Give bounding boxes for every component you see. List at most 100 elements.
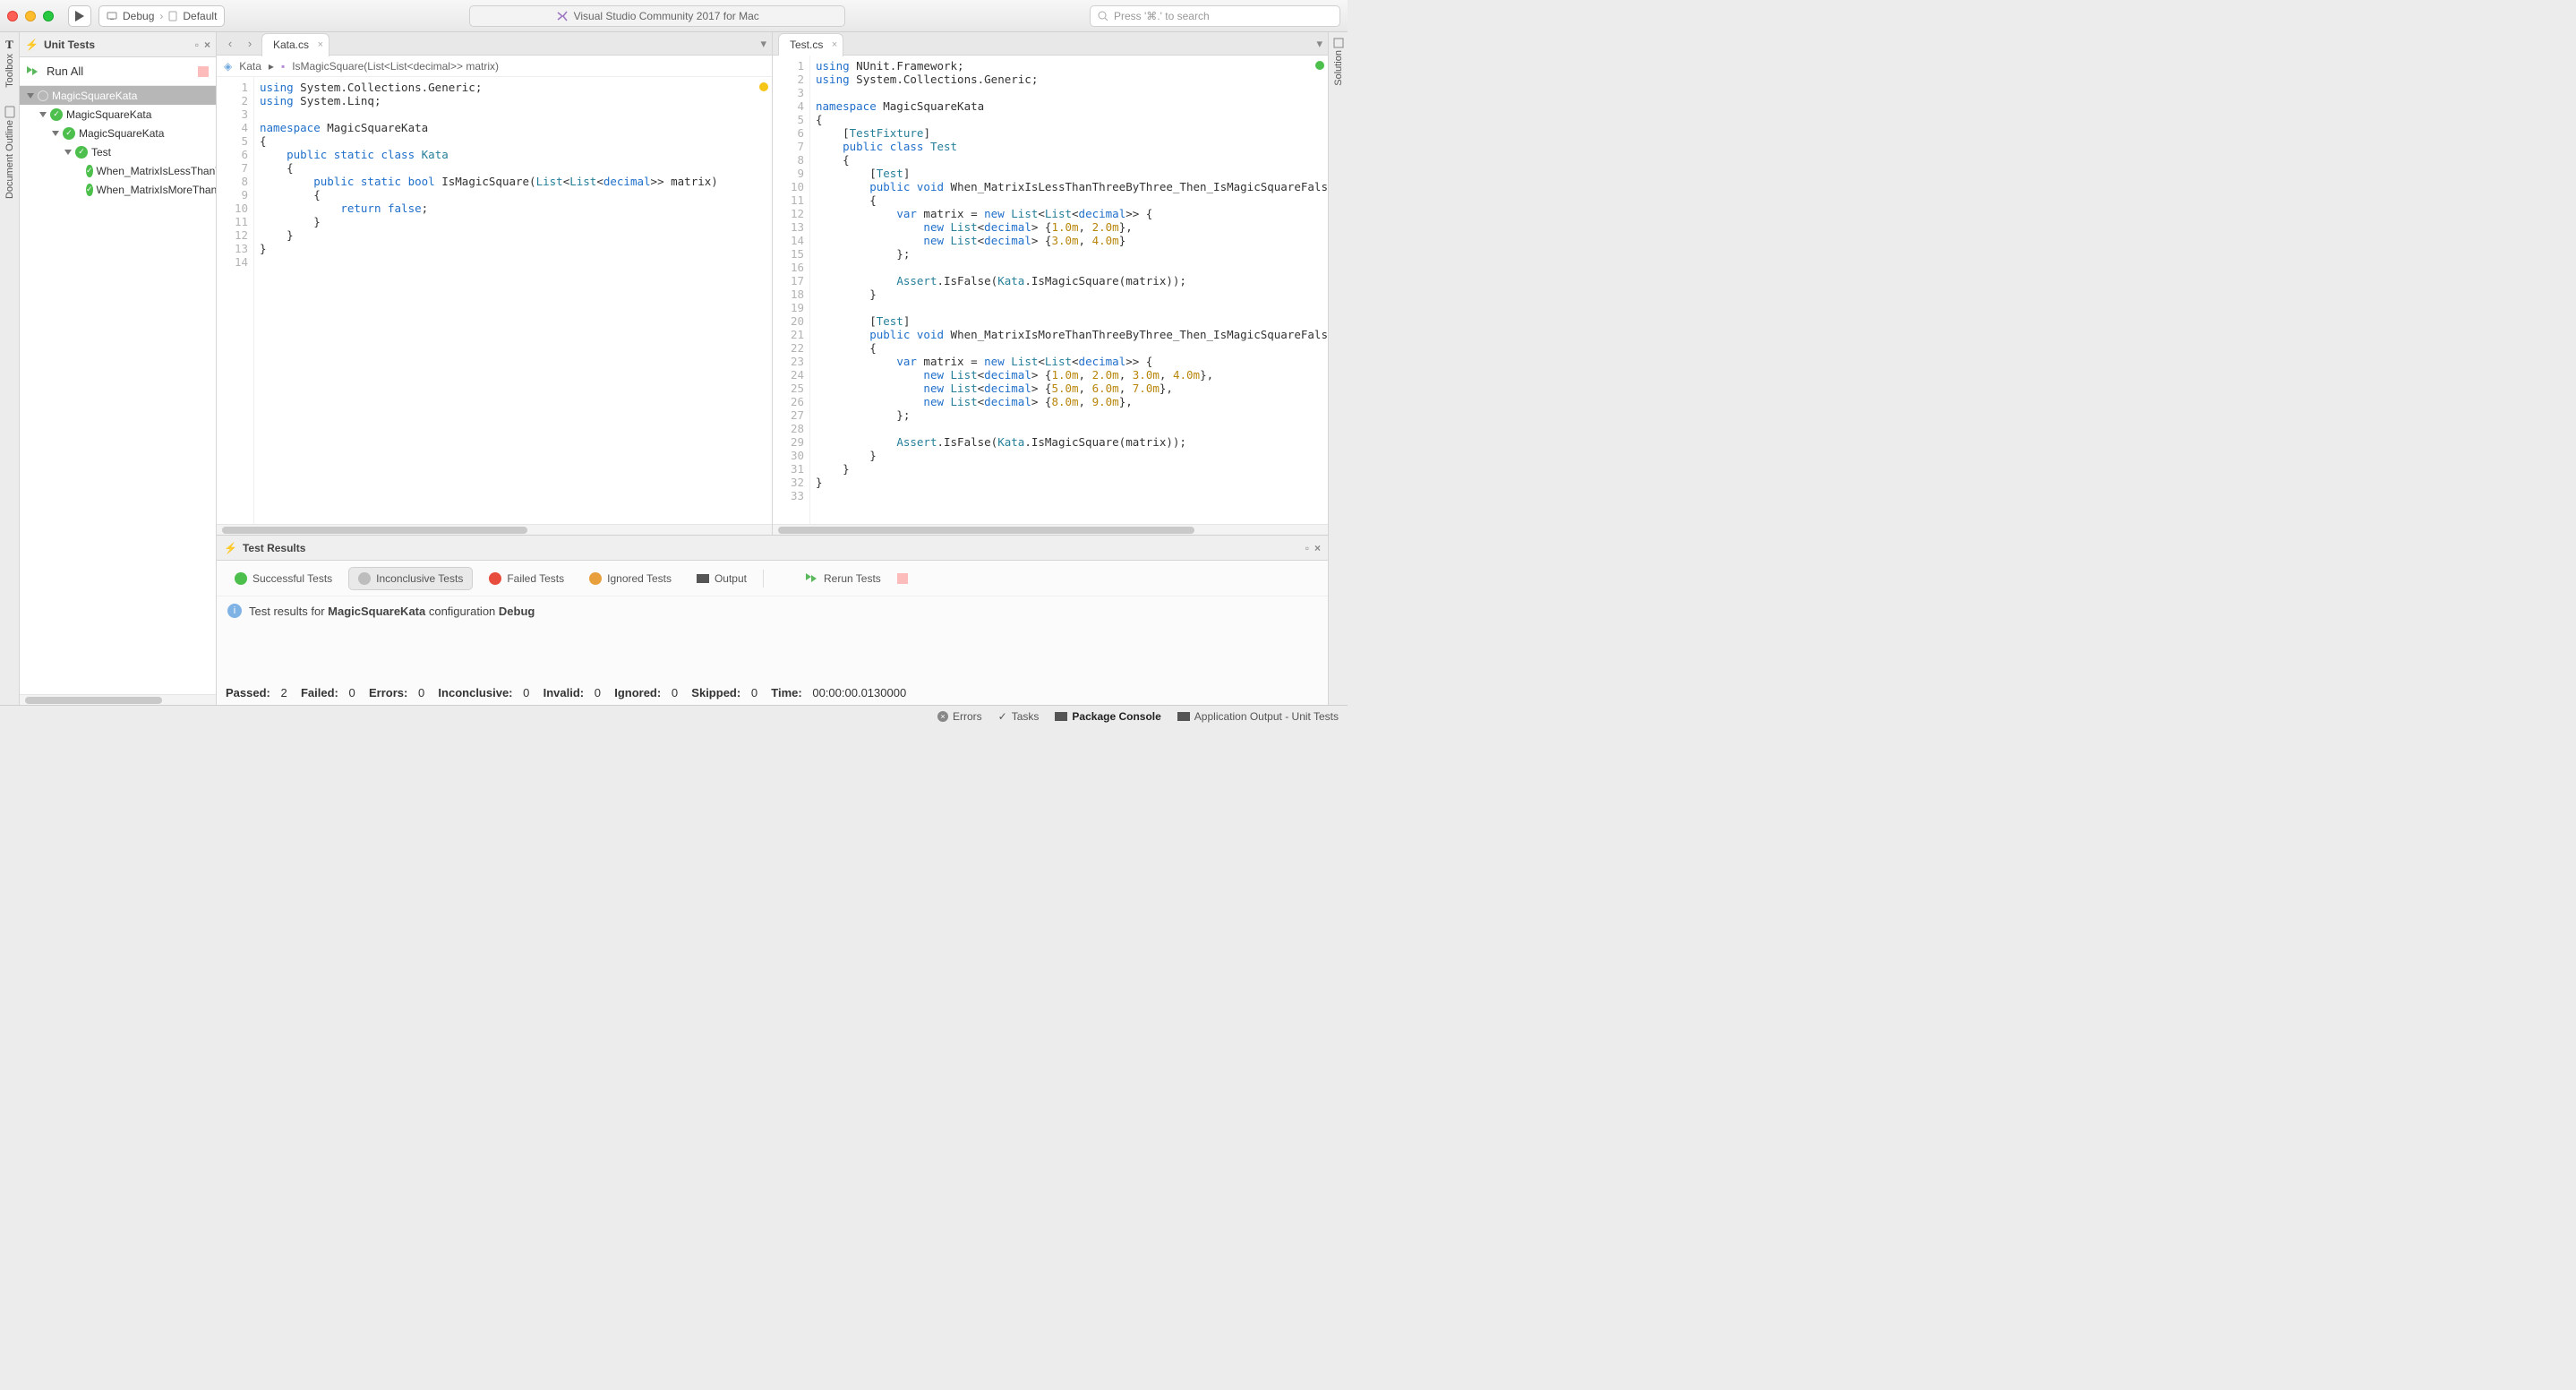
code-left[interactable]: using System.Collections.Generic;using S… <box>254 77 718 524</box>
filter-output[interactable]: Output <box>688 567 756 590</box>
close-tab-icon[interactable]: × <box>318 39 323 50</box>
pane-menu-icon[interactable]: ▾ <box>760 37 766 51</box>
test-results-header: ⚡ Test Results ▫ × <box>217 536 1328 561</box>
inconclusive-icon <box>358 572 371 585</box>
test-tree: MagicSquareKata ✓MagicSquareKata ✓MagicS… <box>20 86 216 694</box>
tab-kata[interactable]: Kata.cs × <box>261 33 329 56</box>
close-panel-icon[interactable]: × <box>204 39 210 51</box>
code-editor-kata[interactable]: 1234567891011121314 using System.Collect… <box>217 77 772 524</box>
solution-icon <box>1333 38 1344 48</box>
lightning-icon: ⚡ <box>224 542 237 554</box>
stop-rerun-button[interactable] <box>897 573 908 584</box>
status-package-console[interactable]: Package Console <box>1055 710 1160 723</box>
tree-test-1[interactable]: ✓When_MatrixIsLessThanThreeByThree_Then_… <box>20 161 216 180</box>
pass-icon: ✓ <box>86 184 93 196</box>
unit-tests-header: ⚡ Unit Tests ▫ × <box>20 32 216 57</box>
nav-forward-button[interactable]: › <box>242 37 258 50</box>
pass-icon: ✓ <box>75 146 88 159</box>
app-title-pill: Visual Studio Community 2017 for Mac <box>469 5 845 27</box>
nav-back-button[interactable]: ‹ <box>222 37 238 50</box>
pane-menu-icon[interactable]: ▾ <box>1316 37 1322 51</box>
filter-successful[interactable]: Successful Tests <box>226 567 341 590</box>
zoom-window-icon[interactable] <box>43 11 54 21</box>
run-button[interactable] <box>68 5 91 27</box>
play-all-icon[interactable] <box>27 66 39 77</box>
device-icon <box>107 11 117 21</box>
search-placeholder: Press '⌘.' to search <box>1114 10 1210 22</box>
status-errors[interactable]: ×Errors <box>937 710 982 723</box>
gutter-right: 1234567891011121314151617181920212223242… <box>773 56 810 524</box>
breadcrumb-left[interactable]: ◈ Kata ▸ ▪ IsMagicSquare(List<List<decim… <box>217 56 772 77</box>
dock-icon[interactable]: ▫ <box>1305 542 1309 554</box>
target-label: Default <box>183 10 217 22</box>
nav-strip-right: Test.cs × ▾ <box>773 32 1328 56</box>
tree-test-2[interactable]: ✓When_MatrixIsMoreThanThreeByThree_Then_… <box>20 180 216 199</box>
chevron-right-icon: ▸ <box>269 60 274 73</box>
document-outline-tab[interactable]: Document Outline <box>4 106 15 199</box>
tree-scrollbar[interactable] <box>20 694 216 705</box>
results-info-line: i Test results for MagicSquareKata confi… <box>217 596 1328 625</box>
close-window-icon[interactable] <box>7 11 18 21</box>
terminal-icon <box>697 574 709 583</box>
toolbox-tab[interactable]: T Toolbox <box>4 38 15 88</box>
check-icon: ✓ <box>998 710 1007 723</box>
close-panel-icon[interactable]: × <box>1314 542 1321 554</box>
editor-hscroll-right[interactable] <box>773 524 1328 535</box>
run-all-button[interactable]: Run All <box>47 64 83 78</box>
search-input[interactable]: Press '⌘.' to search <box>1090 5 1340 27</box>
play-all-icon <box>806 573 818 584</box>
nav-strip-left: ‹ › Kata.cs × ▾ <box>217 32 772 56</box>
status-tasks[interactable]: ✓Tasks <box>998 710 1040 723</box>
ignored-icon <box>589 572 602 585</box>
terminal-icon <box>1177 712 1190 721</box>
filter-failed[interactable]: Failed Tests <box>480 567 573 590</box>
lightning-icon: ⚡ <box>25 39 39 51</box>
unit-tests-title: Unit Tests <box>44 39 95 51</box>
statusbar: ×Errors ✓Tasks Package Console Applicati… <box>0 705 1348 726</box>
unit-tests-panel: ⚡ Unit Tests ▫ × Run All MagicSquareKata… <box>20 32 217 705</box>
minimize-window-icon[interactable] <box>25 11 36 21</box>
vs-logo-icon <box>556 10 569 22</box>
editor-pane-left: ‹ › Kata.cs × ▾ ◈ Kata ▸ ▪ IsMagicSquare… <box>217 32 773 535</box>
method-icon: ▪ <box>281 60 285 73</box>
workspace: T Toolbox Document Outline ⚡ Unit Tests … <box>0 32 1348 705</box>
success-icon <box>235 572 247 585</box>
build-ok-icon <box>1315 61 1324 70</box>
configuration-selector[interactable]: Debug › Default <box>98 5 225 27</box>
tab-test[interactable]: Test.cs × <box>778 33 843 56</box>
app-title: Visual Studio Community 2017 for Mac <box>574 10 759 22</box>
rerun-tests-button[interactable]: Rerun Tests <box>797 567 890 590</box>
right-side-rail: Solution <box>1328 32 1348 705</box>
status-app-output[interactable]: Application Output - Unit Tests <box>1177 710 1339 723</box>
pass-icon: ✓ <box>50 108 63 121</box>
code-editor-test[interactable]: 1234567891011121314151617181920212223242… <box>773 56 1328 524</box>
document-icon <box>4 106 15 118</box>
search-icon <box>1098 11 1108 21</box>
error-icon: × <box>937 711 948 722</box>
config-label: Debug <box>123 10 154 22</box>
terminal-icon <box>1055 712 1067 721</box>
tree-solution[interactable]: MagicSquareKata <box>20 86 216 105</box>
tree-project[interactable]: ✓MagicSquareKata <box>20 105 216 124</box>
ring-icon <box>38 90 48 101</box>
tree-namespace[interactable]: ✓MagicSquareKata <box>20 124 216 142</box>
window-controls <box>7 11 54 21</box>
code-right[interactable]: using NUnit.Framework;using System.Colle… <box>810 56 1328 524</box>
solution-tab[interactable]: Solution <box>1333 38 1344 86</box>
filter-inconclusive[interactable]: Inconclusive Tests <box>348 567 473 590</box>
build-warning-icon <box>759 82 768 91</box>
editor-hscroll-left[interactable] <box>217 524 772 535</box>
info-icon: i <box>227 604 242 618</box>
editors-area: ‹ › Kata.cs × ▾ ◈ Kata ▸ ▪ IsMagicSquare… <box>217 32 1328 705</box>
dock-icon[interactable]: ▫ <box>195 39 199 51</box>
test-results-panel: ⚡ Test Results ▫ × Successful Tests Inco… <box>217 535 1328 705</box>
chevron-right-icon: › <box>159 10 163 22</box>
tree-class[interactable]: ✓Test <box>20 142 216 161</box>
filter-ignored[interactable]: Ignored Tests <box>580 567 680 590</box>
document-icon <box>168 11 177 21</box>
class-icon: ◈ <box>224 60 232 73</box>
stop-tests-button[interactable] <box>198 66 209 77</box>
run-all-row: Run All <box>20 57 216 86</box>
titlebar: Debug › Default Visual Studio Community … <box>0 0 1348 32</box>
close-tab-icon[interactable]: × <box>832 39 837 50</box>
